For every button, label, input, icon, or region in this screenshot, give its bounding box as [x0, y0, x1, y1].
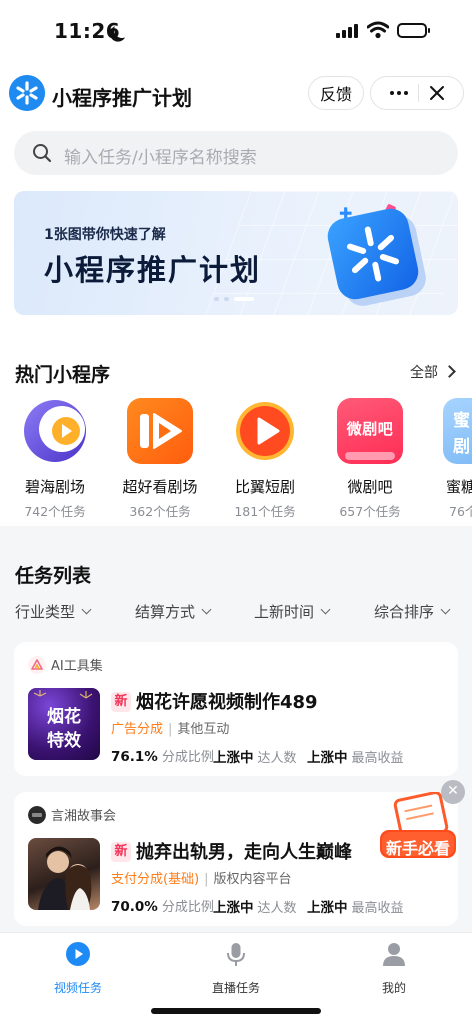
close-icon[interactable] — [429, 85, 445, 101]
new-badge: 新 — [111, 692, 131, 712]
income-stat: 上涨中 最高收益 — [307, 750, 404, 766]
tab-label: 我的 — [381, 981, 406, 995]
filter-industry[interactable]: 行业类型 — [15, 601, 75, 622]
app-logo-icon — [9, 75, 45, 111]
tab-video-tasks[interactable]: 视频任务 — [28, 941, 128, 996]
app-screen: 11:26 小程序推广计划 反馈 输入任务/小程序名称搜索 1张图带你快速了解 … — [0, 0, 472, 1024]
biyi-drama-icon — [232, 398, 298, 464]
bihai-theater-icon — [22, 398, 88, 464]
task-thumbnail: 烟花 特效 — [28, 688, 100, 760]
banner-subtitle: 1张图带你快速了解 — [44, 227, 166, 243]
search-input[interactable]: 输入任务/小程序名称搜索 — [14, 131, 458, 175]
mini-program-name: 微剧吧 — [347, 478, 393, 496]
category-tag: 版权内容平台 — [213, 872, 292, 887]
task-title: 抛弃出轨男，走向人生巅峰 — [136, 842, 352, 863]
mini-program-task-count: 742个任务 — [24, 504, 86, 519]
tab-mine[interactable]: 我的 — [344, 941, 444, 996]
task-tags: 支付分成(基础) | 版权内容平台 — [111, 872, 292, 887]
mini-program-bihai[interactable]: 碧海剧场 742个任务 — [9, 398, 101, 520]
category-tag: 其他互动 — [177, 722, 230, 737]
tab-live-tasks[interactable]: 直播任务 — [186, 941, 286, 996]
task-source: 言湘故事会 — [28, 805, 116, 824]
mitang-icon: 蜜 剧 — [443, 398, 472, 464]
status-time: 11:26 — [54, 19, 121, 43]
task-card[interactable]: AI工具集 烟花 特效 新 烟花许愿视频制作489 广告分成 | 其他互动 76.1… — [14, 642, 458, 776]
person-icon — [383, 943, 405, 966]
more-icon[interactable] — [389, 91, 408, 95]
weijuba-icon: 微剧吧 — [337, 398, 403, 464]
newbie-guide-badge[interactable]: 新手必看 — [376, 792, 460, 868]
filter-sort[interactable]: 综合排序 — [374, 601, 434, 622]
mini-program-biyi[interactable]: 比翼短剧 181个任务 — [219, 398, 311, 520]
view-all-link[interactable]: 全部 — [410, 362, 438, 382]
status-bar: 11:26 — [0, 0, 472, 62]
mini-program-weijuba[interactable]: 微剧吧 微剧吧 657个任务 — [324, 398, 416, 520]
task-source-name: 言湘故事会 — [51, 809, 117, 824]
carousel-indicator — [214, 297, 254, 301]
yanxiang-logo-icon — [28, 805, 46, 824]
cellular-signal-icon — [336, 24, 358, 38]
task-source-name: AI工具集 — [51, 659, 103, 674]
capsule-menu — [370, 76, 464, 110]
mini-program-name: 比翼短剧 — [234, 478, 295, 496]
income-stat: 上涨中 最高收益 — [307, 900, 404, 916]
banner-title: 小程序推广计划 — [44, 253, 262, 287]
play-circle-icon — [66, 942, 90, 966]
microphone-icon — [227, 943, 245, 966]
tab-label: 直播任务 — [211, 981, 260, 995]
talent-stat: 上涨中 达人数 — [213, 750, 297, 766]
mini-program-task-count: 657个任务 — [339, 504, 401, 519]
talent-stat: 上涨中 达人数 — [213, 900, 297, 916]
search-placeholder: 输入任务/小程序名称搜索 — [64, 148, 257, 168]
task-source: AI工具集 — [28, 655, 103, 674]
close-badge-icon[interactable]: ✕ — [441, 780, 465, 804]
settlement-tag: 支付分成(基础) — [111, 872, 200, 887]
title-bar: 小程序推广计划 反馈 — [0, 72, 472, 116]
mini-program-name: 蜜糖 — [446, 478, 472, 496]
mini-program-name: 超好看剧场 — [122, 478, 198, 496]
settlement-tag: 广告分成 — [111, 722, 164, 737]
task-thumbnail — [28, 838, 100, 910]
wifi-icon — [367, 21, 389, 39]
chaohaokan-theater-icon — [127, 398, 193, 464]
task-tags: 广告分成 | 其他互动 — [111, 722, 230, 737]
ai-tools-logo-icon — [28, 655, 46, 674]
mini-program-task-count: 181个任务 — [234, 504, 296, 519]
mini-program-name: 碧海剧场 — [24, 478, 85, 496]
feedback-button[interactable]: 反馈 — [308, 76, 364, 110]
mini-program-chaohaokan[interactable]: 超好看剧场 362个任务 — [114, 398, 206, 520]
task-list-title: 任务列表 — [15, 565, 92, 587]
ratio-stat: 76.1% 分成比例 — [111, 749, 214, 765]
ratio-stat: 70.0% 分成比例 — [111, 899, 214, 915]
mini-program-task-count: 76个 — [449, 504, 472, 519]
banner-logo-icon — [324, 205, 422, 303]
newbie-guide-label: 新手必看 — [385, 839, 450, 858]
promo-banner[interactable]: 1张图带你快速了解 小程序推广计划 ✚ — [14, 191, 458, 315]
battery-icon — [397, 23, 430, 38]
page-title: 小程序推广计划 — [52, 86, 192, 110]
hot-section-title: 热门小程序 — [15, 364, 111, 386]
new-badge: 新 — [111, 842, 131, 862]
search-icon — [33, 144, 52, 163]
filter-new-time[interactable]: 上新时间 — [254, 601, 314, 622]
mini-program-task-count: 362个任务 — [129, 504, 191, 519]
mini-program-mitang[interactable]: 蜜 剧 蜜糖 76个 — [429, 398, 472, 520]
task-title: 烟花许愿视频制作489 — [136, 692, 318, 713]
tab-label: 视频任务 — [53, 981, 102, 995]
filter-settlement[interactable]: 结算方式 — [135, 601, 195, 622]
home-indicator — [151, 1008, 321, 1014]
